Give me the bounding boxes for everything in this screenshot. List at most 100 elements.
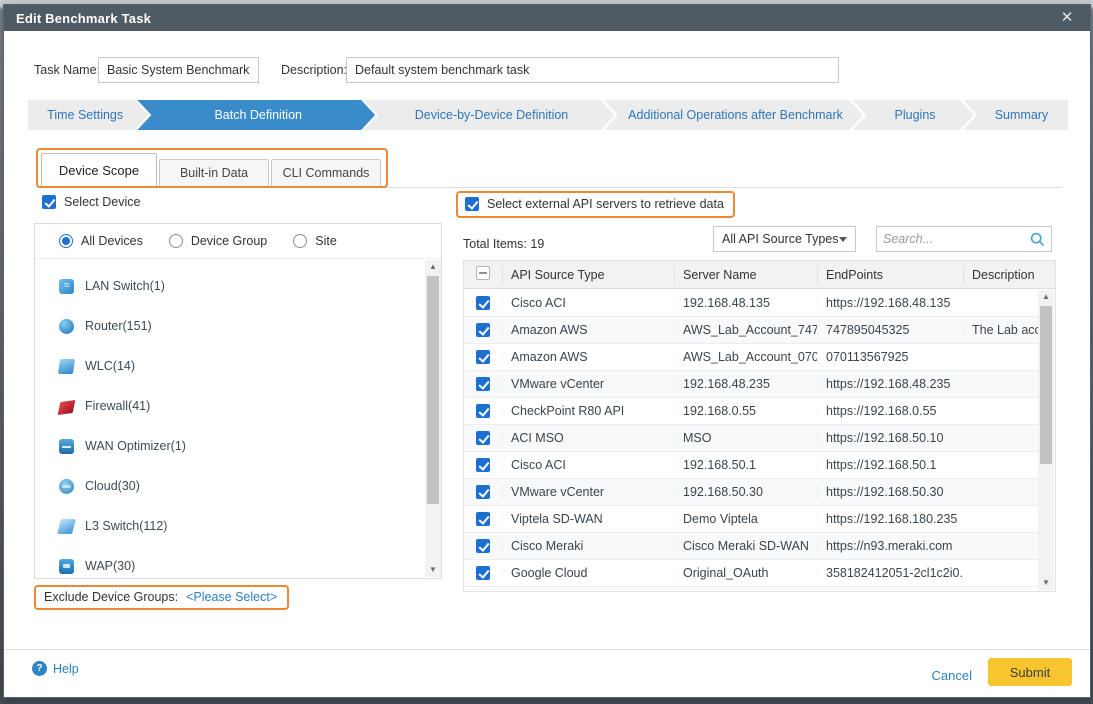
device-type-item[interactable]: WAN Optimizer(1) xyxy=(35,426,424,466)
select-all-checkbox[interactable] xyxy=(476,266,490,280)
table-row[interactable]: VMware vCenter 192.168.50.30 https://192… xyxy=(464,479,1038,506)
wizard-step[interactable]: Time Settings xyxy=(28,100,148,130)
close-icon[interactable]: ✕ xyxy=(1056,6,1078,30)
table-row[interactable]: Cisco Meraki Cisco Meraki SD-WAN https:/… xyxy=(464,533,1038,560)
cell-endpoints: 070113567925 xyxy=(817,350,963,364)
cell-server-name: Cisco Meraki SD-WAN xyxy=(674,539,817,553)
radio-icon[interactable] xyxy=(59,234,73,248)
scope-radio[interactable]: Site xyxy=(293,234,337,248)
help-label: Help xyxy=(53,662,79,676)
wizard-step[interactable]: Additional Operations after Benchmark xyxy=(604,100,863,130)
edit-benchmark-task-dialog: Edit Benchmark Task ✕ Task Name: Descrip… xyxy=(3,4,1091,698)
radio-icon[interactable] xyxy=(293,234,307,248)
select-api-servers-checkbox[interactable]: Select external API servers to retrieve … xyxy=(456,191,735,218)
col-header-api-source-type[interactable]: API Source Type xyxy=(502,266,674,284)
row-checkbox[interactable] xyxy=(476,404,490,418)
cell-api-source-type: Amazon AWS xyxy=(502,350,674,364)
row-checkbox[interactable] xyxy=(476,566,490,580)
scroll-down-icon[interactable]: ▼ xyxy=(425,563,441,577)
device-type-item[interactable]: WLC(14) xyxy=(35,346,424,386)
device-icon xyxy=(59,559,74,574)
scroll-thumb[interactable] xyxy=(1040,306,1052,464)
checkbox-checked-icon[interactable] xyxy=(42,195,56,209)
description-field[interactable] xyxy=(346,57,839,83)
col-header-server-name[interactable]: Server Name xyxy=(674,266,817,284)
row-checkbox[interactable] xyxy=(476,458,490,472)
api-source-type-dropdown[interactable]: All API Source Types xyxy=(713,226,856,252)
cell-endpoints: https://n93.meraki.com xyxy=(817,539,963,553)
device-type-item[interactable]: L3 Switch(112) xyxy=(35,506,424,546)
device-type-label: Cloud(30) xyxy=(85,479,140,493)
scope-tab-label: Built-in Data xyxy=(180,166,248,180)
device-type-item[interactable]: WAP(30) xyxy=(35,546,424,578)
wizard-step-label: Plugins xyxy=(895,108,936,122)
wizard-step[interactable]: Plugins xyxy=(852,100,974,130)
help-button[interactable]: ? Help xyxy=(32,661,79,676)
table-row[interactable]: Cisco ACI 192.168.48.135 https://192.168… xyxy=(464,290,1038,317)
col-header-description[interactable]: Description xyxy=(963,266,1055,284)
device-type-item[interactable]: Firewall(41) xyxy=(35,386,424,426)
table-row[interactable]: Viptela SD-WAN Demo Viptela https://192.… xyxy=(464,506,1038,533)
wizard-step[interactable]: Device-by-Device Definition xyxy=(364,100,615,130)
scope-tab[interactable]: Device Scope xyxy=(41,153,157,186)
cell-endpoints: https://192.168.0.55 xyxy=(817,404,963,418)
wizard-step-label: Time Settings xyxy=(47,108,123,122)
row-checkbox[interactable] xyxy=(476,323,490,337)
device-type-item[interactable]: LAN Switch(1) xyxy=(35,266,424,306)
scope-tab-label: CLI Commands xyxy=(283,166,370,180)
row-checkbox[interactable] xyxy=(476,485,490,499)
row-checkbox[interactable] xyxy=(476,539,490,553)
scroll-down-icon[interactable]: ▼ xyxy=(1038,576,1054,590)
cell-api-source-type: VMware vCenter xyxy=(502,485,674,499)
cell-api-source-type: Cisco ACI xyxy=(502,296,674,310)
scroll-thumb[interactable] xyxy=(427,276,439,504)
cell-server-name: Demo Viptela xyxy=(674,512,817,526)
table-scrollbar[interactable]: ▲ ▼ xyxy=(1038,290,1054,590)
radio-icon[interactable] xyxy=(169,234,183,248)
device-type-item[interactable]: Router(151) xyxy=(35,306,424,346)
device-type-label: Firewall(41) xyxy=(85,399,150,413)
wizard-step[interactable]: Summary xyxy=(963,100,1068,130)
exclude-device-groups-select-link[interactable]: <Please Select> xyxy=(186,590,277,604)
scroll-up-icon[interactable]: ▲ xyxy=(1038,290,1054,304)
device-icon xyxy=(59,439,74,454)
dialog-titlebar: Edit Benchmark Task ✕ xyxy=(4,5,1090,31)
checkbox-checked-icon[interactable] xyxy=(465,197,479,211)
wizard-step[interactable]: Batch Definition xyxy=(137,100,375,130)
row-checkbox[interactable] xyxy=(476,512,490,526)
table-row[interactable]: Amazon AWS AWS_Lab_Account_0701... 07011… xyxy=(464,344,1038,371)
scroll-up-icon[interactable]: ▲ xyxy=(425,260,441,274)
search-icon[interactable] xyxy=(1030,232,1045,247)
submit-button[interactable]: Submit xyxy=(988,658,1072,686)
table-row[interactable]: ACI MSO MSO https://192.168.50.10 xyxy=(464,425,1038,452)
table-row[interactable]: CheckPoint R80 API 192.168.0.55 https://… xyxy=(464,398,1038,425)
task-name-field[interactable] xyxy=(98,57,259,83)
select-device-checkbox[interactable]: Select Device xyxy=(42,195,140,209)
device-list-scrollbar[interactable]: ▲ ▼ xyxy=(425,260,441,577)
scope-tab[interactable]: CLI Commands xyxy=(271,159,381,186)
device-type-item[interactable]: Cloud(30) xyxy=(35,466,424,506)
table-row[interactable]: VMware vCenter 192.168.48.235 https://19… xyxy=(464,371,1038,398)
col-header-endpoints[interactable]: EndPoints xyxy=(817,266,963,284)
cell-endpoints: https://192.168.48.135 xyxy=(817,296,963,310)
row-checkbox[interactable] xyxy=(476,296,490,310)
cell-endpoints: 747895045325 xyxy=(817,323,963,337)
device-type-label: WLC(14) xyxy=(85,359,135,373)
table-row[interactable]: Google Cloud Original_OAuth 358182412051… xyxy=(464,560,1038,587)
cell-api-source-type: Cisco Meraki xyxy=(502,539,674,553)
row-checkbox[interactable] xyxy=(476,350,490,364)
table-body: Cisco ACI 192.168.48.135 https://192.168… xyxy=(464,290,1038,591)
table-row[interactable]: Cisco ACI 192.168.50.1 https://192.168.5… xyxy=(464,452,1038,479)
row-checkbox[interactable] xyxy=(476,431,490,445)
scope-tab[interactable]: Built-in Data xyxy=(159,159,269,186)
scope-radio[interactable]: All Devices xyxy=(59,234,143,248)
search-input[interactable] xyxy=(877,228,1030,250)
table-row[interactable]: Amazon AWS AWS_Lab_Account_7478... 74789… xyxy=(464,317,1038,344)
scope-radio[interactable]: Device Group xyxy=(169,234,267,248)
device-type-label: WAP(30) xyxy=(85,559,135,573)
device-type-label: LAN Switch(1) xyxy=(85,279,165,293)
device-scope-radios: All Devices Device Group Site xyxy=(35,224,441,259)
device-type-label: L3 Switch(112) xyxy=(85,519,167,533)
cancel-button[interactable]: Cancel xyxy=(932,663,972,689)
row-checkbox[interactable] xyxy=(476,377,490,391)
